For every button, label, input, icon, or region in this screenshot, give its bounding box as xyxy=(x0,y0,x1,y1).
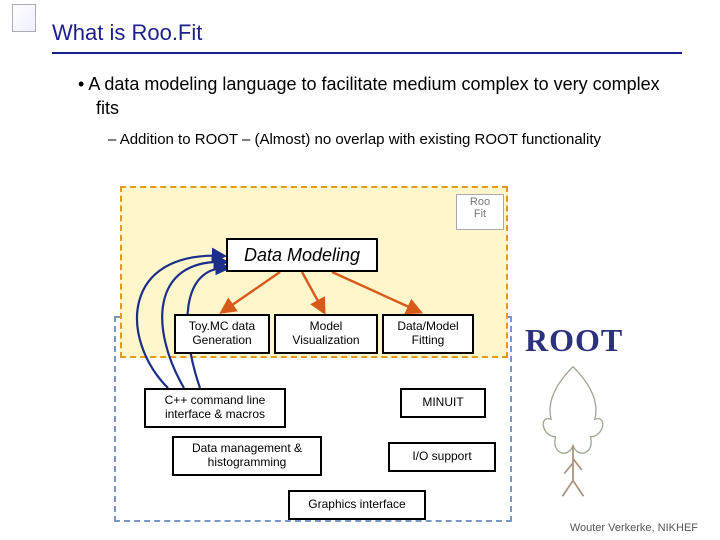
box-toy-mc: Toy.MC data Generation xyxy=(174,314,270,354)
box-data-modeling: Data Modeling xyxy=(226,238,378,272)
footer-credit: Wouter Verkerke, NIKHEF xyxy=(570,522,698,534)
box-io-support: I/O support xyxy=(388,442,496,472)
bullet-main: A data modeling language to facilitate m… xyxy=(78,72,680,121)
corner-logo xyxy=(12,4,36,32)
box-minuit: MINUIT xyxy=(400,388,486,418)
roofit-label-icon: RooFit xyxy=(456,194,504,230)
box-graphics-interface: Graphics interface xyxy=(288,490,426,520)
slide-title: What is Roo.Fit xyxy=(52,20,202,46)
root-logo-text: ROOT xyxy=(525,322,623,359)
bullet-sub: Addition to ROOT – (Almost) no overlap w… xyxy=(78,131,680,148)
box-data-model-fit: Data/Model Fitting xyxy=(382,314,474,354)
box-model-viz: Model Visualization xyxy=(274,314,378,354)
box-cpp-cmdline: C++ command line interface & macros xyxy=(144,388,286,428)
root-tree-icon xyxy=(528,358,618,498)
box-histogramming: Data management & histogramming xyxy=(172,436,322,476)
title-underline xyxy=(52,52,682,54)
bullet-list: A data modeling language to facilitate m… xyxy=(78,72,680,148)
